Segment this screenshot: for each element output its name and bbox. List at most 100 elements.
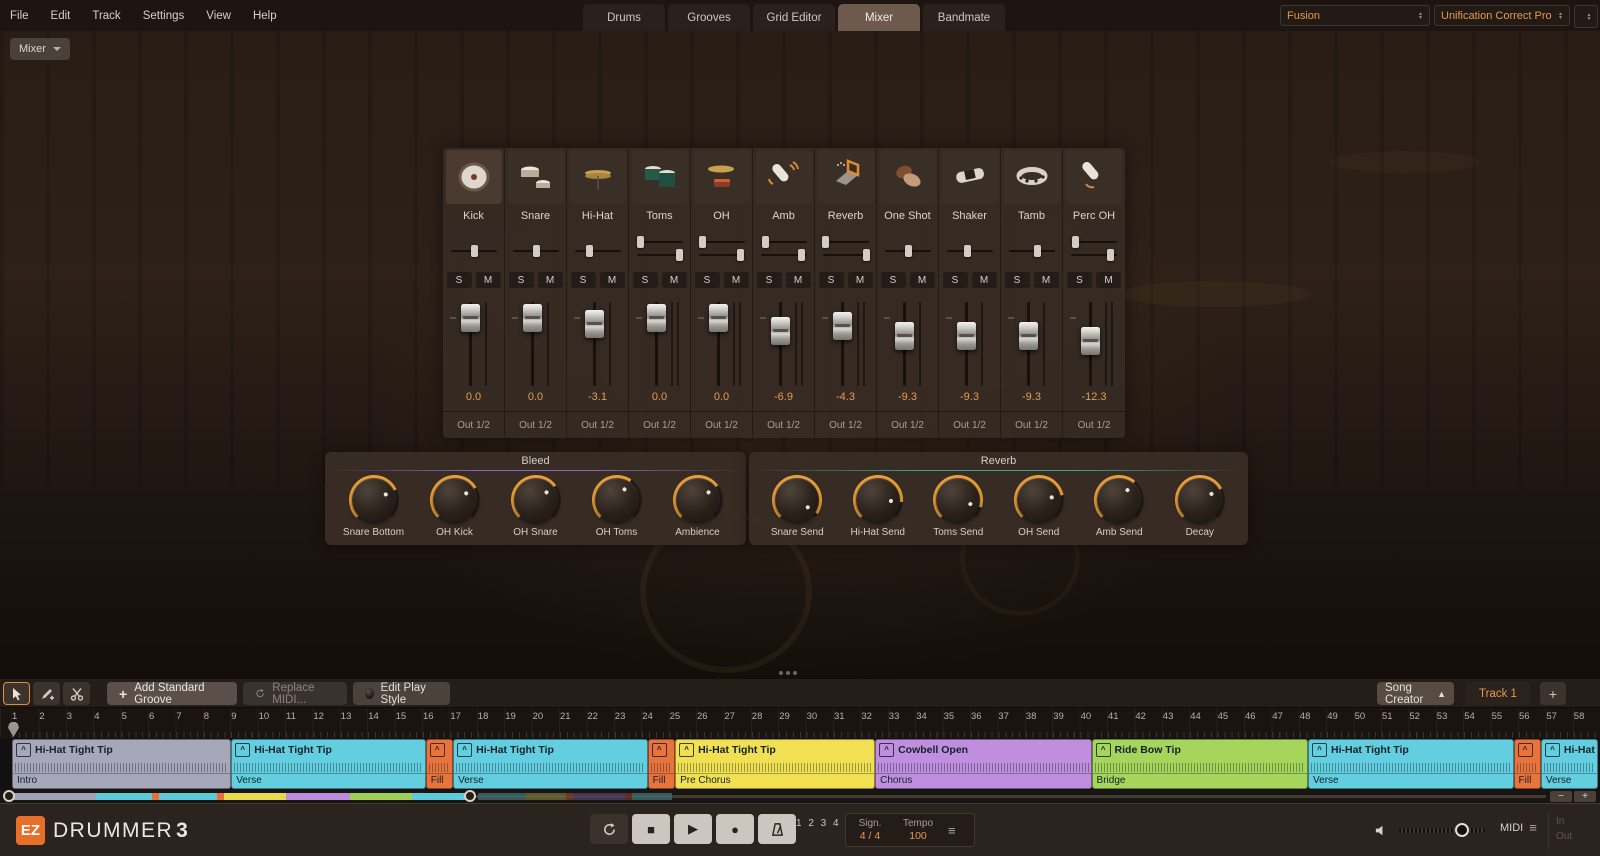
menu-track[interactable]: Track (92, 10, 120, 22)
snare-send-knob[interactable]: Snare Send (764, 475, 830, 538)
groove-block-intro[interactable]: ^Hi-Hat Tight TipIntro (12, 739, 231, 789)
pan-slider[interactable] (823, 236, 869, 249)
pan-slider[interactable] (575, 245, 621, 258)
pan-slider-handle[interactable] (586, 245, 593, 257)
groove-block-chorus[interactable]: ^Cowbell OpenChorus (875, 739, 1091, 789)
output-routing[interactable]: Out 1/2 (939, 411, 1000, 439)
chevron-up-icon[interactable]: ^ (430, 743, 445, 757)
menu-help[interactable]: Help (253, 10, 277, 22)
pan-slider-handle[interactable] (676, 249, 683, 261)
track-tab[interactable]: Track 1 (1466, 682, 1530, 705)
chevron-up-icon[interactable]: ^ (235, 743, 250, 757)
toms-icon[interactable] (632, 150, 688, 204)
pan-slider[interactable] (513, 245, 559, 258)
metronome-button[interactable] (758, 814, 796, 844)
pan-slider-handle[interactable] (1107, 249, 1114, 261)
volume-fader[interactable] (567, 298, 629, 390)
solo-button[interactable]: S (1067, 272, 1092, 288)
volume-fader[interactable] (443, 298, 505, 390)
view-selector-dropdown[interactable]: Mixer (10, 38, 70, 60)
solo-button[interactable]: S (509, 272, 534, 288)
menu-file[interactable]: File (10, 10, 29, 22)
chevron-up-icon[interactable]: ^ (652, 743, 667, 757)
output-routing[interactable]: Out 1/2 (815, 411, 876, 439)
volume-fader[interactable] (877, 298, 939, 390)
mute-button[interactable]: M (910, 272, 935, 288)
decay-knob[interactable]: Decay (1167, 475, 1233, 538)
solo-button[interactable]: S (757, 272, 782, 288)
chevron-up-icon[interactable]: ^ (879, 743, 894, 757)
fader-handle[interactable] (647, 304, 666, 332)
pan-slider[interactable] (637, 249, 683, 262)
solo-button[interactable]: S (943, 272, 968, 288)
oh-toms-knob[interactable]: OH Toms (584, 475, 650, 538)
ambience-knob[interactable]: Ambience (665, 475, 731, 538)
mute-button[interactable]: M (724, 272, 749, 288)
replace-midi-button[interactable]: Replace MIDI... (243, 682, 347, 705)
mute-button[interactable]: M (1034, 272, 1059, 288)
fader-handle[interactable] (461, 304, 480, 332)
menu-settings[interactable]: Settings (143, 10, 185, 22)
pan-slider[interactable] (699, 236, 745, 249)
pan-slider[interactable] (947, 245, 993, 258)
groove-block-verse[interactable]: ^Hi-Hat Tight TipVerse (1308, 739, 1514, 789)
volume-fader[interactable] (815, 298, 877, 390)
fader-handle[interactable] (957, 322, 976, 350)
groove-block-pre-chorus[interactable]: ^Hi-Hat Tight TipPre Chorus (675, 739, 875, 789)
pointer-tool-button[interactable] (3, 682, 30, 705)
zoom-in-button[interactable]: + (1574, 791, 1596, 802)
chevron-up-icon[interactable]: ^ (1096, 743, 1111, 757)
mute-button[interactable]: M (1096, 272, 1121, 288)
oh-send-knob[interactable]: OH Send (1006, 475, 1072, 538)
menu-edit[interactable]: Edit (51, 10, 71, 22)
tab-drums[interactable]: Drums (583, 4, 665, 31)
volume-fader[interactable] (691, 298, 753, 390)
cut-tool-button[interactable] (63, 682, 90, 705)
chevron-up-icon[interactable]: ^ (16, 743, 31, 757)
solo-button[interactable]: S (571, 272, 596, 288)
pan-slider-handle[interactable] (905, 245, 912, 257)
fader-handle[interactable] (771, 317, 790, 345)
one-shot-icon[interactable] (880, 150, 936, 204)
chevron-up-icon[interactable]: ^ (1518, 743, 1533, 757)
chevron-up-icon[interactable]: ^ (457, 743, 472, 757)
volume-fader[interactable] (505, 298, 567, 390)
pan-slider[interactable] (699, 249, 745, 262)
volume-slider[interactable] (1399, 828, 1485, 833)
pan-slider[interactable] (885, 245, 931, 258)
mute-button[interactable]: M (848, 272, 873, 288)
groove-preset-dropdown[interactable]: Unification Correct Pro... ▲▼ (1434, 5, 1570, 26)
fill-block[interactable]: ^Fill (648, 739, 675, 789)
solo-button[interactable]: S (819, 272, 844, 288)
pan-slider-handle[interactable] (762, 236, 769, 248)
pan-slider-handle[interactable] (699, 236, 706, 248)
pan-slider[interactable] (1071, 249, 1117, 262)
tab-mixer[interactable]: Mixer (838, 4, 920, 31)
mute-button[interactable]: M (476, 272, 501, 288)
pan-slider[interactable] (1009, 245, 1055, 258)
fader-handle[interactable] (1081, 327, 1100, 355)
tempo-menu-icon[interactable]: ≡ (948, 823, 956, 838)
pan-slider-handle[interactable] (798, 249, 805, 261)
zoom-out-button[interactable]: − (1550, 791, 1572, 802)
fader-handle[interactable] (585, 310, 604, 338)
pan-slider-handle[interactable] (471, 245, 478, 257)
mute-button[interactable]: M (662, 272, 687, 288)
pan-slider-handle[interactable] (863, 249, 870, 261)
reverb-plate-icon[interactable] (818, 150, 874, 204)
tab-grid-editor[interactable]: Grid Editor (753, 4, 835, 31)
pan-slider-handle[interactable] (964, 245, 971, 257)
chevron-up-icon[interactable]: ^ (679, 743, 694, 757)
loop-button[interactable] (590, 814, 628, 844)
solo-button[interactable]: S (633, 272, 658, 288)
draw-tool-button[interactable] (33, 682, 60, 705)
solo-button[interactable]: S (881, 272, 906, 288)
output-routing[interactable]: Out 1/2 (753, 411, 814, 439)
pan-slider[interactable] (823, 249, 869, 262)
output-routing[interactable]: Out 1/2 (1001, 411, 1062, 439)
tambourine-icon[interactable] (1004, 150, 1060, 204)
groove-block-verse[interactable]: ^Hi-Hat Tight TipVerse (231, 739, 426, 789)
fill-block[interactable]: ^Fill (426, 739, 453, 789)
menu-view[interactable]: View (206, 10, 231, 22)
oh-kick-knob[interactable]: OH Kick (422, 475, 488, 538)
